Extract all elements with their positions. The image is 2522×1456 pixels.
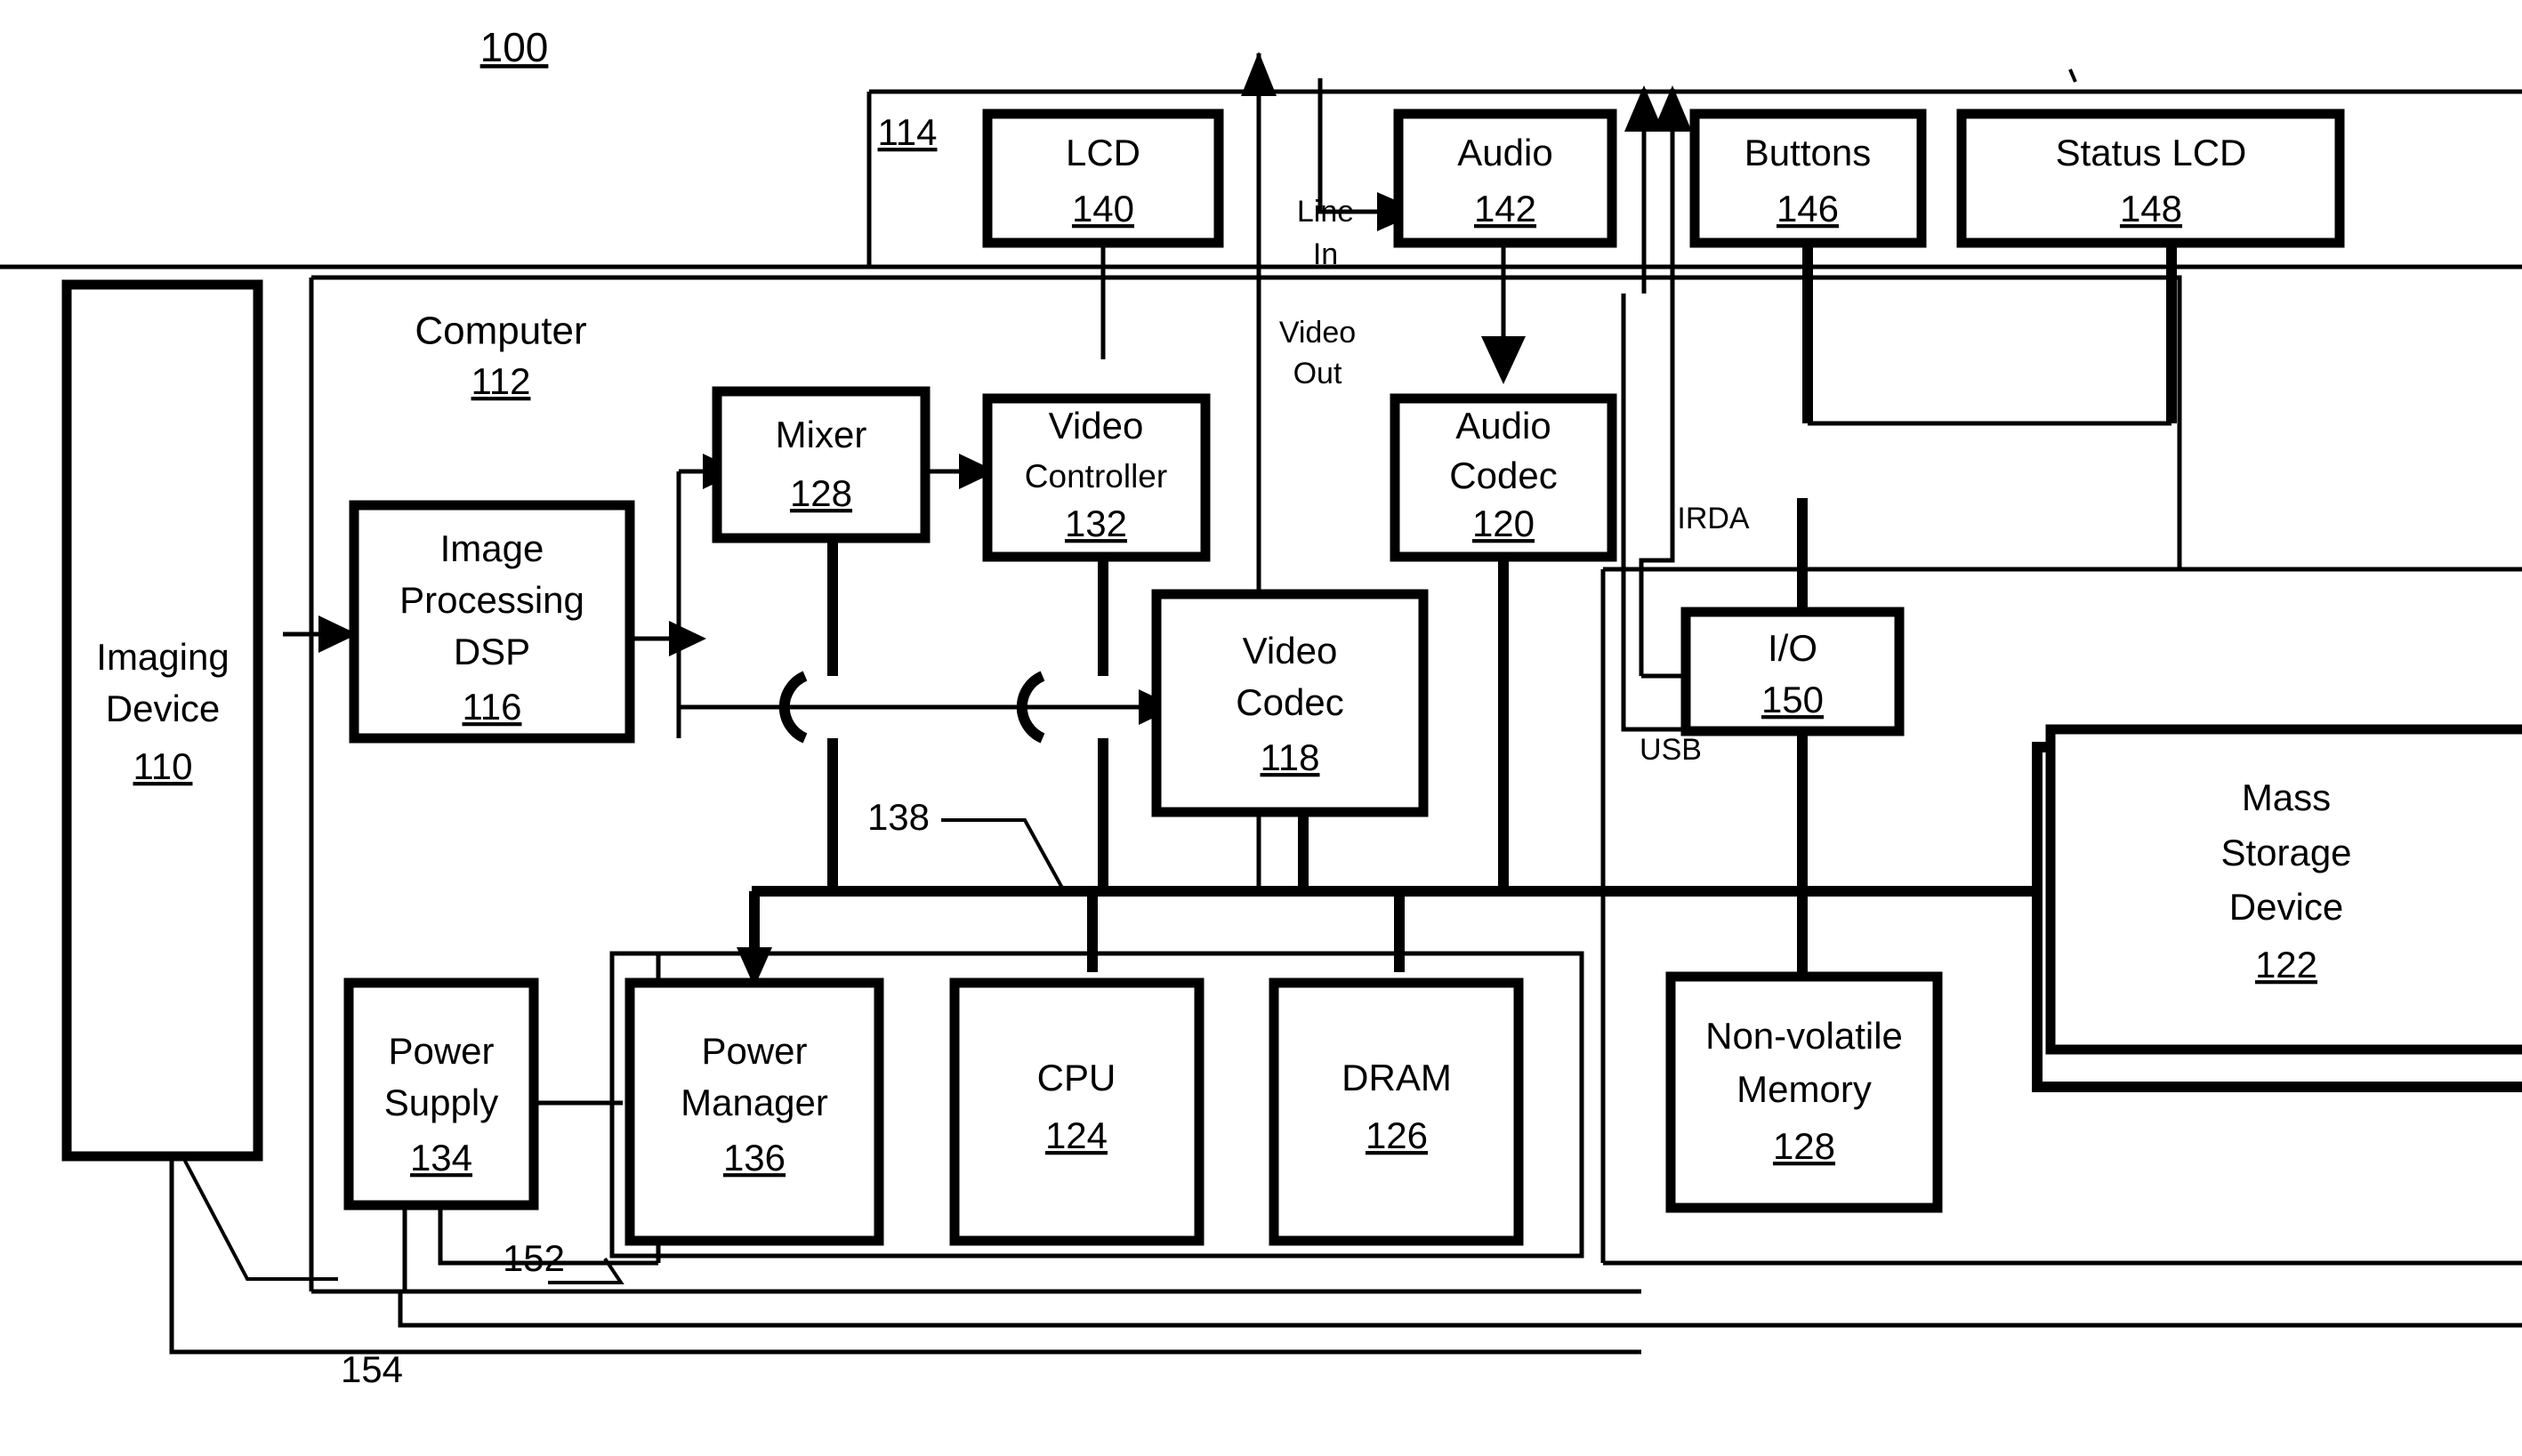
video-codec-ref: 118 [1261, 736, 1320, 778]
audio-codec-ref: 120 [1472, 503, 1535, 544]
usb-label: USB [1640, 733, 1702, 767]
lead-tick-top [2068, 68, 2077, 83]
line-in-path [1317, 78, 1386, 214]
video-codec-line1: Video [1243, 630, 1338, 672]
video-out-label-1: Video [1279, 316, 1356, 350]
audio-codec-line2: Codec [1449, 454, 1557, 496]
group-ref-114: 114 [878, 111, 938, 153]
mass-storage-line1: Mass [2242, 776, 2331, 818]
buttons-ref: 146 [1777, 188, 1839, 229]
outer-ref-154: 154 [341, 1348, 403, 1390]
arrow-audio-down [1481, 336, 1526, 384]
mass-storage-line2: Storage [2220, 832, 2351, 873]
figure-ref-100: 100 [480, 24, 549, 70]
video-codec-line2: Codec [1236, 681, 1343, 723]
nvmem-line1: Non-volatile [1705, 1015, 1903, 1057]
video-out-label-2: Out [1293, 357, 1342, 390]
audio-codec-line1: Audio [1455, 405, 1551, 446]
video-controller-ref: 132 [1065, 503, 1127, 544]
arrow-video-out [1241, 52, 1277, 96]
power-supply-line1: Power [388, 1030, 494, 1072]
lead-138 [941, 818, 1065, 890]
block-dram[interactable] [1269, 977, 1524, 1246]
power-supply-ref: 134 [410, 1137, 472, 1178]
dsp-line3: DSP [454, 631, 530, 672]
mixer-ref: 128 [790, 472, 852, 514]
block-diagram-canvas: LCD 140 Audio 142 Buttons 146 Status LCD… [0, 24, 2522, 1390]
dram-label: DRAM [1342, 1057, 1452, 1098]
arrow-dsp-out [669, 621, 706, 656]
cpu-label: CPU [1037, 1057, 1116, 1098]
power-manager-line2: Manager [681, 1082, 828, 1123]
nvmem-line2: Memory [1736, 1068, 1872, 1110]
cpu-ref: 124 [1045, 1114, 1108, 1156]
patent-figure-page: LCD 140 Audio 142 Buttons 146 Status LCD… [0, 0, 2522, 1456]
dsp-line2: Processing [399, 579, 584, 621]
status-lcd-label: Status LCD [2056, 132, 2247, 173]
video-controller-line1: Video [1049, 405, 1144, 446]
imaging-device-line2: Device [106, 688, 220, 729]
computer-group-title: Computer [415, 310, 586, 353]
irda-label: IRDA [1677, 502, 1750, 535]
mixer-label: Mixer [776, 414, 867, 455]
outer-frame-154-inner [398, 1291, 2522, 1328]
dsp-ref: 116 [463, 686, 522, 728]
audio-ref: 142 [1474, 188, 1536, 229]
bus-ref-138: 138 [867, 796, 930, 838]
video-controller-line2: Controller [1025, 458, 1167, 495]
power-ref-152: 152 [503, 1237, 565, 1279]
lead-154 [176, 1146, 338, 1281]
mass-storage-ref: 122 [2255, 944, 2317, 985]
status-lcd-ref: 148 [2120, 188, 2182, 229]
computer-group-ref: 112 [471, 360, 531, 402]
audio-label: Audio [1457, 132, 1552, 173]
power-manager-ref: 136 [723, 1137, 786, 1178]
dsp-line1: Image [440, 527, 544, 569]
lcd-label: LCD [1066, 132, 1140, 173]
power-supply-line2: Supply [384, 1082, 498, 1123]
line-in-label-2: In [1313, 237, 1338, 271]
lcd-ref: 140 [1072, 188, 1134, 229]
nvmem-ref: 128 [1773, 1125, 1835, 1167]
line-in-label-1: Line [1297, 195, 1354, 229]
io-label: I/O [1768, 627, 1817, 669]
imaging-device-ref: 110 [133, 745, 193, 787]
dram-ref: 126 [1366, 1114, 1428, 1156]
imaging-device-line1: Imaging [96, 636, 229, 678]
block-cpu[interactable] [949, 977, 1205, 1246]
io-ref: 150 [1761, 679, 1824, 720]
power-manager-line1: Power [701, 1030, 807, 1072]
mass-storage-line3: Device [2229, 886, 2343, 928]
buttons-label: Buttons [1744, 132, 1871, 173]
